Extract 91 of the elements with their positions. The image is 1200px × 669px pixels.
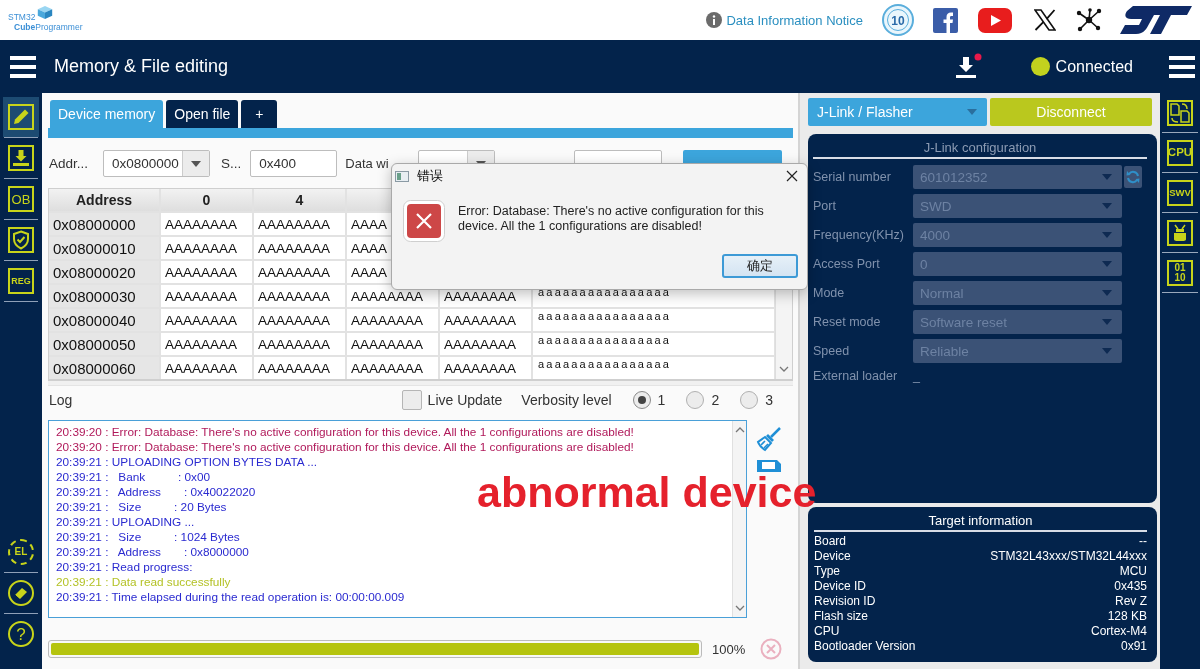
field-label: Port [813, 199, 837, 213]
log-line: 20:39:21 : Address : 0x8000000 [56, 545, 250, 560]
info-value: STM32L43xxx/STM32L44xxx [990, 549, 1147, 564]
field-value: _ [913, 369, 920, 383]
info-value: -- [1139, 534, 1147, 549]
field-label: Speed [813, 344, 851, 358]
dialog-message: Error: Database: There's no active configuration for this device. All the 1 configurations are disabled! [458, 204, 765, 234]
row-address: 0x08000040 [49, 309, 159, 331]
radio-label: 1 [657, 392, 666, 408]
table-cell: AAAAAAAA [254, 261, 345, 283]
log-line: 20:39:21 : Time elapsed during the read operation is: 00:00:00.009 [56, 590, 406, 605]
field-label: Access Port [813, 257, 881, 271]
checkbox-label: Live Update [427, 392, 503, 408]
log-line: 20:39:20 : Error: Database: There's no active configuration for this device. All the 1 configurations are disabled! [56, 440, 635, 455]
table-cell: AAAAAAAA [347, 309, 438, 331]
field-label: Frequency(KHz) [813, 228, 905, 242]
row-address: 0x08000060 [49, 357, 159, 379]
row-address: 0x08000010 [49, 237, 159, 259]
log-line: 20:39:21 : UPLOADING ... [56, 515, 196, 530]
table-cell: AAAAAAAA [161, 309, 252, 331]
log-line: 20:39:21 : UPLOADING OPTION BYTES DATA ... [56, 455, 319, 470]
verbosity-label: Verbosity level [521, 392, 612, 408]
table-cell: aaaaaaaaaaaaaaaa [533, 333, 774, 355]
help-icon: ? [8, 621, 34, 647]
info-label: Bootloader Version [814, 639, 916, 654]
log-title: Log [49, 392, 73, 408]
info-label: Type [814, 564, 840, 579]
row-address: 0x08000020 [49, 261, 159, 283]
ob-icon: OB [8, 186, 34, 212]
row-address: 0x08000030 [49, 285, 159, 307]
address-label: Addr... [49, 156, 89, 171]
table-cell: AAAAAAAA [254, 309, 345, 331]
table-cell: AAAAAAAA [254, 357, 345, 379]
info-label: Flash size [814, 609, 869, 624]
panel-title: Target information [814, 511, 1147, 532]
log-line: 20:39:21 : Size : 20 Bytes [56, 500, 228, 515]
dialog-title: 错误 [417, 167, 443, 185]
info-value: Cortex-M4 [1091, 624, 1147, 639]
progress-reading: 100% [712, 641, 746, 657]
panel-title: J-Link configuration [813, 138, 1147, 159]
table-cell: AAAAAAAA [347, 333, 438, 355]
info-value: Rev Z [1115, 594, 1147, 609]
info-label: Board [814, 534, 847, 549]
table-cell: AAAAAAAA [440, 309, 531, 331]
row-address: 0x08000000 [49, 213, 159, 235]
field-label: Reset mode [813, 315, 882, 329]
row-address: 0x08000050 [49, 333, 159, 355]
table-cell: AAAAAAAA [440, 357, 531, 379]
data-width-label: Data wi [345, 156, 389, 171]
table-cell: AAAAAAAA [254, 213, 345, 235]
table-cell: AAAAAAAA [161, 237, 252, 259]
info-value: 128 KB [1107, 609, 1147, 624]
reg-icon: REG [8, 268, 34, 294]
table-cell: aaaaaaaaaaaaaaaa [533, 357, 774, 379]
log-line: 20:39:21 : Read progress: [56, 560, 194, 575]
log-line: 20:39:20 : Error: Database: There's no active configuration for this device. All the 1 configurations are disabled! [56, 425, 635, 440]
table-cell: AAAAAAAA [254, 333, 345, 355]
swv-icon: SWV [1167, 179, 1193, 206]
info-value: 0x435 [1114, 579, 1147, 594]
table-cell: AAAAAAAA [161, 285, 252, 307]
info-label: CPU [814, 624, 840, 639]
radio-label: 3 [765, 392, 773, 408]
table-cell: AAAAAAAA [440, 333, 531, 355]
table-cell: aaaaaaaaaaaaaaaa [533, 309, 774, 331]
field-label: Mode [813, 286, 846, 300]
info-label: Device [814, 549, 851, 564]
log-line: 20:39:21 : Bank : 0x00 [56, 470, 212, 485]
table-cell: AAAAAAAA [254, 237, 345, 259]
field-label: External loader [813, 369, 899, 383]
radio-label: 2 [711, 392, 720, 408]
table-cell: AAAAAAAA [254, 285, 345, 307]
info-label: Revision ID [814, 594, 876, 609]
log-line: 20:39:21 : Data read successfully [56, 575, 232, 590]
table-cell: AAAAAAAA [161, 357, 252, 379]
page-title: Memory & File editing [54, 56, 229, 77]
table-cell: AAAAAAAA [347, 357, 438, 379]
field-label: Serial number [813, 170, 892, 184]
table-cell: AAAAAAAA [161, 333, 252, 355]
binary-icon: 01 10 [1167, 259, 1193, 286]
log-line: 20:39:21 : Size : 1024 Bytes [56, 530, 241, 545]
table-cell: AAAAAAAA [161, 213, 252, 235]
connection-status: Connected [1055, 57, 1133, 76]
table-cell: AAAAAAAA [161, 261, 252, 283]
log-line: 20:39:21 : Address : 0x40022020 [56, 485, 257, 500]
chip-icon: EL [8, 539, 34, 565]
info-label: Device ID [814, 579, 866, 594]
logo-text: CubeProgrammer [14, 21, 84, 33]
info-value: 0x91 [1120, 639, 1147, 654]
size-label: S... [221, 156, 242, 171]
info-value: MCU [1119, 564, 1147, 579]
logo-text: STM32 [8, 12, 36, 22]
